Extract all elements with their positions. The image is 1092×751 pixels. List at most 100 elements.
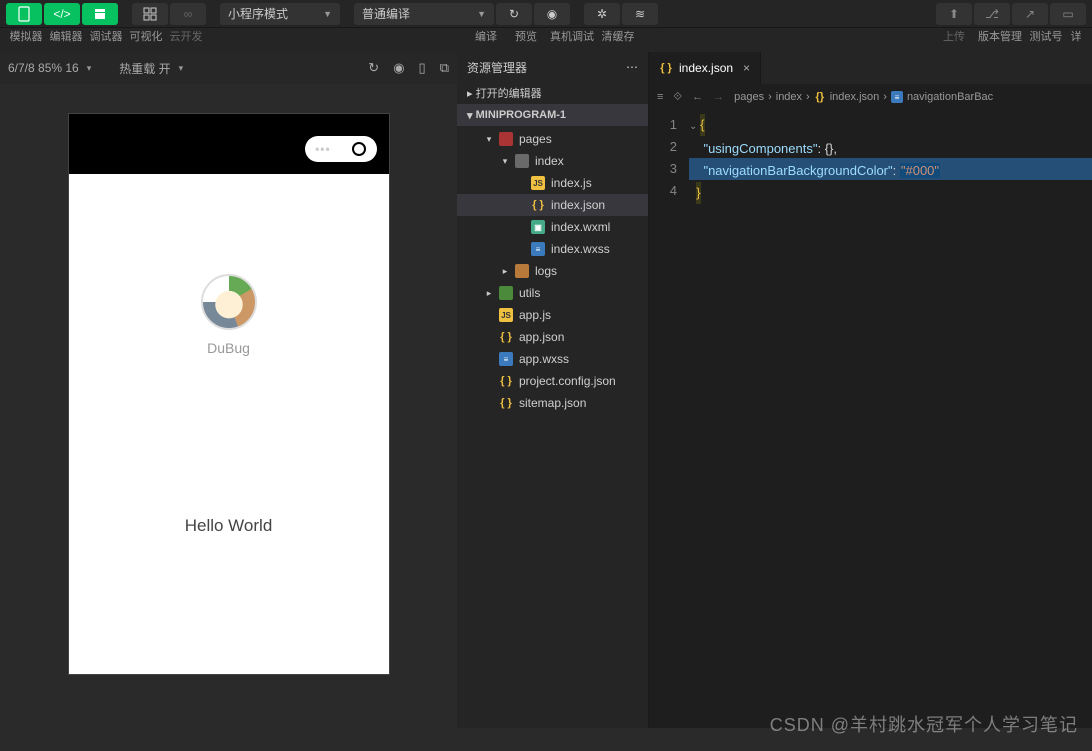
json-icon: { } (499, 374, 513, 388)
capsule-menu[interactable]: ••• (305, 136, 377, 162)
simulator-panel: 6/7/8 85% 16 ▾ 热重载 开 ▾ ↻ ◉ ▯ ⧉ ••• (0, 52, 457, 728)
code-editor: { } index.json × ≡ ⟐ ← → pages › index ›… (649, 52, 1092, 728)
project-section[interactable]: ▾ MINIPROGRAM-1 (457, 104, 648, 126)
version-button[interactable]: ⎇ (974, 3, 1010, 25)
json-icon: { } (659, 61, 673, 75)
label-realdebug: 真机调试 (546, 28, 598, 44)
folder-icon (499, 286, 513, 300)
cloud-button[interactable]: ∞ (170, 3, 206, 25)
more-icon[interactable]: ⋯ (626, 60, 638, 74)
code-lines[interactable]: ⌄ { "usingComponents": {}, "navigationBa… (689, 110, 1092, 728)
label-upload: 上传 (934, 28, 974, 44)
editor-toolbar: ≡ ⟐ ← → pages › index › {} index.json › … (649, 84, 1092, 110)
caret-icon: ▼ (323, 9, 332, 19)
explorer-header: 资源管理器 ⋯ (457, 52, 648, 82)
list-icon[interactable]: ≡ (657, 91, 663, 103)
username-text: DuBug (69, 340, 389, 356)
file-explorer: 资源管理器 ⋯ ▸ 打开的编辑器 ▾ MINIPROGRAM-1 ▾pages … (457, 52, 649, 728)
editor-button[interactable]: </> (44, 3, 80, 25)
label-editor: 编辑器 (46, 28, 86, 44)
caret-icon[interactable]: ▾ (87, 63, 92, 74)
label-compile: 编译 (466, 28, 506, 44)
file-app-json[interactable]: { }app.json (457, 326, 648, 348)
breadcrumb[interactable]: pages › index › {} index.json › ≡ naviga… (734, 91, 993, 103)
simulator-device-area: ••• DuBug Hello World (0, 84, 457, 728)
file-app-js[interactable]: JSapp.js (457, 304, 648, 326)
toolbar-sublabels: 模拟器 编辑器 调试器 可视化 云开发 编译 预览 真机调试 清缓存 上传 版本… (0, 28, 1092, 52)
folder-icon (515, 154, 529, 168)
json-icon: { } (531, 198, 545, 212)
compile-label: 普通编译 (362, 5, 410, 22)
caret-icon: ▼ (477, 9, 486, 19)
file-index-wxss[interactable]: ≡index.wxss (457, 238, 648, 260)
line-gutter: 1234 (649, 110, 689, 728)
code-area[interactable]: 1234 ⌄ { "usingComponents": {}, "navigat… (649, 110, 1092, 728)
editor-tabs: { } index.json × (649, 52, 1092, 84)
file-project-config[interactable]: { }project.config.json (457, 370, 648, 392)
folder-utils[interactable]: ▸utils (457, 282, 648, 304)
back-icon[interactable]: ← (692, 91, 703, 103)
label-clearcache: 清缓存 (598, 28, 638, 44)
hotreload-label[interactable]: 热重载 开 (119, 60, 170, 77)
explorer-title: 资源管理器 (467, 59, 527, 76)
wxss-icon: ≡ (531, 242, 545, 256)
clearcache-button[interactable]: ≋ (622, 3, 658, 25)
js-icon: JS (499, 308, 513, 322)
popup-icon[interactable]: ⧉ (440, 60, 449, 76)
phone-device: ••• DuBug Hello World (69, 114, 389, 674)
file-index-json[interactable]: { }index.json (457, 194, 648, 216)
menu-dots-icon: ••• (315, 142, 331, 156)
file-app-wxss[interactable]: ≡app.wxss (457, 348, 648, 370)
folder-pages[interactable]: ▾pages (457, 128, 648, 150)
folder-logs[interactable]: ▸logs (457, 260, 648, 282)
compile-dropdown[interactable]: 普通编译 ▼ (354, 3, 494, 25)
file-tree: ▾pages ▾index JSindex.js { }index.json ▣… (457, 126, 648, 728)
label-more: 详 (1066, 28, 1086, 44)
label-debug: 调试器 (86, 28, 126, 44)
compile-button[interactable]: ↻ (496, 3, 532, 25)
main-toolbar: </> ∞ 小程序模式 ▼ 普通编译 ▼ ↻ ◉ ✲ ≋ ⬆ ⎇ ↗ ▭ (0, 0, 1092, 28)
avatar[interactable] (201, 274, 257, 330)
json-icon: { } (499, 396, 513, 410)
simulator-button[interactable] (6, 3, 42, 25)
main-area: 6/7/8 85% 16 ▾ 热重载 开 ▾ ↻ ◉ ▯ ⧉ ••• (0, 52, 1092, 728)
close-ring-icon (352, 142, 366, 156)
prop-icon: ≡ (891, 91, 903, 103)
device-icon[interactable]: ▯ (419, 60, 426, 76)
preview-button[interactable]: ◉ (534, 3, 570, 25)
more-button[interactable]: ▭ (1050, 3, 1086, 25)
phone-navbar: ••• (69, 114, 389, 174)
tab-index-json[interactable]: { } index.json × (649, 52, 761, 84)
testid-button[interactable]: ↗ (1012, 3, 1048, 25)
upload-button[interactable]: ⬆ (936, 3, 972, 25)
tab-label: index.json (679, 61, 733, 75)
hello-text: Hello World (69, 516, 389, 536)
visual-button[interactable] (132, 3, 168, 25)
json-icon: { } (499, 330, 513, 344)
file-index-wxml[interactable]: ▣index.wxml (457, 216, 648, 238)
file-index-js[interactable]: JSindex.js (457, 172, 648, 194)
label-cloud: 云开发 (166, 28, 206, 44)
wxml-icon: ▣ (531, 220, 545, 234)
label-version: 版本管理 (974, 28, 1026, 44)
refresh-icon[interactable]: ↻ (368, 60, 379, 76)
sim-status: 6/7/8 85% 16 (8, 61, 79, 75)
open-editors-section[interactable]: ▸ 打开的编辑器 (457, 82, 648, 104)
close-icon[interactable]: × (743, 61, 750, 75)
caret-icon[interactable]: ▾ (179, 63, 184, 74)
mode-dropdown[interactable]: 小程序模式 ▼ (220, 3, 340, 25)
record-icon[interactable]: ◉ (393, 60, 404, 76)
json-icon: {} (814, 91, 826, 103)
label-visual: 可视化 (126, 28, 166, 44)
bookmark-icon[interactable]: ⟐ (673, 91, 682, 104)
label-sim: 模拟器 (6, 28, 46, 44)
wxss-icon: ≡ (499, 352, 513, 366)
phone-content: DuBug Hello World (69, 174, 389, 536)
forward-icon[interactable]: → (713, 91, 724, 103)
folder-icon (499, 132, 513, 146)
mode-label: 小程序模式 (228, 5, 288, 22)
folder-index[interactable]: ▾index (457, 150, 648, 172)
file-sitemap[interactable]: { }sitemap.json (457, 392, 648, 414)
realdebug-button[interactable]: ✲ (584, 3, 620, 25)
debugger-button[interactable] (82, 3, 118, 25)
